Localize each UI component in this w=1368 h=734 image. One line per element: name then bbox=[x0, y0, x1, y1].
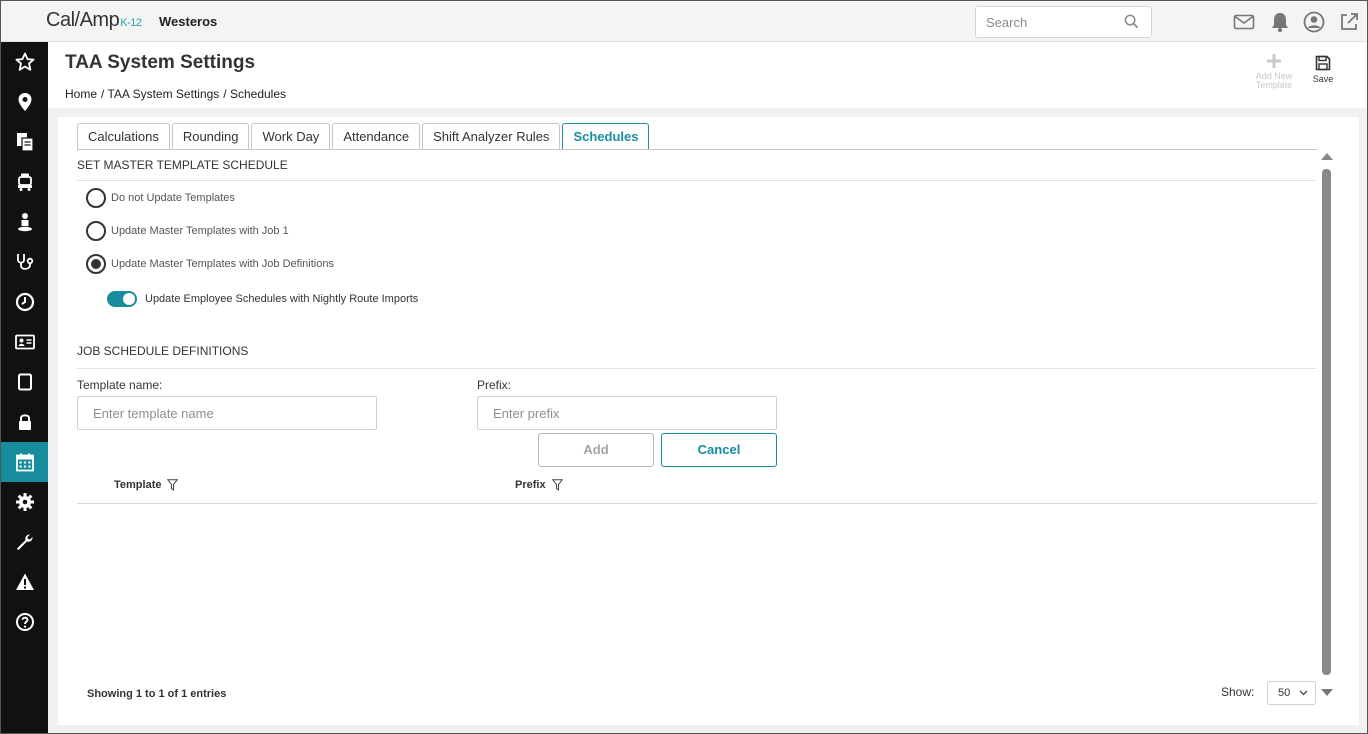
search-box[interactable] bbox=[975, 6, 1152, 38]
calamp-logo[interactable]: Cal/AmpK-12 bbox=[46, 9, 142, 32]
main-content: TAA System Settings Home / TAA System Set… bbox=[48, 42, 1367, 733]
radio-button[interactable] bbox=[86, 221, 106, 241]
vertical-scrollbar[interactable] bbox=[1320, 153, 1334, 701]
stethoscope-icon[interactable] bbox=[1, 242, 48, 282]
vehicle-icon[interactable] bbox=[1, 162, 48, 202]
page-title: TAA System Settings bbox=[65, 52, 256, 73]
wrench-icon[interactable] bbox=[1, 522, 48, 562]
settings-tabs: Calculations Rounding Work Day Attendanc… bbox=[77, 123, 651, 150]
chevron-down-icon bbox=[1299, 690, 1308, 696]
entries-summary: Showing 1 to 1 of 1 entries bbox=[87, 688, 227, 700]
tab-work-day[interactable]: Work Day bbox=[251, 123, 331, 149]
prefix-input[interactable] bbox=[478, 397, 776, 429]
page-size-label: Show: bbox=[1221, 685, 1255, 699]
warning-icon[interactable] bbox=[1, 562, 48, 602]
save-icon bbox=[1315, 55, 1331, 71]
option-update-job-1[interactable]: Update Master Templates with Job 1 bbox=[86, 221, 289, 241]
option-do-not-update[interactable]: Do not Update Templates bbox=[86, 188, 235, 208]
org-name: Westeros bbox=[159, 14, 218, 29]
radio-label: Update Master Templates with Job 1 bbox=[111, 225, 289, 237]
breadcrumb-home[interactable]: Home bbox=[65, 87, 97, 101]
sidebar bbox=[1, 42, 48, 733]
location-pin-icon[interactable] bbox=[1, 82, 48, 122]
app-window: Cal/AmpK-12 Westeros Search TAA System S… bbox=[0, 0, 1368, 734]
save-button[interactable]: Save bbox=[1303, 55, 1343, 84]
radio-label: Do not Update Templates bbox=[111, 192, 235, 204]
template-name-field[interactable] bbox=[77, 396, 377, 430]
star-icon[interactable] bbox=[1, 42, 48, 82]
column-header-prefix[interactable]: Prefix bbox=[515, 479, 563, 491]
filter-icon bbox=[551, 479, 563, 491]
section-divider bbox=[77, 368, 1317, 369]
id-card-icon[interactable] bbox=[1, 322, 48, 362]
scroll-up-arrow bbox=[1321, 153, 1333, 160]
scroll-down-arrow bbox=[1321, 689, 1333, 696]
section-divider bbox=[77, 180, 1317, 181]
external-link-icon[interactable] bbox=[1338, 11, 1360, 33]
clock-icon[interactable] bbox=[1, 282, 48, 322]
tab-shift-analyzer-rules[interactable]: Shift Analyzer Rules bbox=[422, 123, 561, 149]
gear-icon[interactable] bbox=[1, 482, 48, 522]
radio-label: Update Master Templates with Job Definit… bbox=[111, 258, 334, 270]
breadcrumb-schedules: / Schedules bbox=[223, 87, 287, 101]
table-header-divider bbox=[77, 503, 1317, 504]
settings-panel: Calculations Rounding Work Day Attendanc… bbox=[58, 117, 1359, 725]
option-update-job-definitions[interactable]: Update Master Templates with Job Definit… bbox=[86, 254, 334, 274]
lock-icon[interactable] bbox=[1, 402, 48, 442]
top-bar: Cal/AmpK-12 Westeros bbox=[1, 1, 1367, 42]
page-size-select[interactable]: 50 bbox=[1267, 681, 1316, 705]
add-button[interactable]: Add bbox=[538, 433, 654, 467]
toggle-label: Update Employee Schedules with Nightly R… bbox=[145, 293, 419, 305]
page-header: TAA System Settings Home / TAA System Set… bbox=[48, 42, 1367, 108]
filter-icon bbox=[167, 479, 179, 491]
add-new-template-button[interactable]: Add New Template bbox=[1254, 54, 1294, 90]
documents-icon[interactable] bbox=[1, 122, 48, 162]
template-name-label: Template name: bbox=[77, 378, 163, 392]
help-icon[interactable] bbox=[1, 602, 48, 642]
user-circle-icon[interactable] bbox=[1303, 11, 1325, 33]
nightly-route-toggle[interactable] bbox=[107, 291, 137, 307]
master-schedule-heading: SET MASTER TEMPLATE SCHEDULE bbox=[77, 158, 288, 172]
calendar-icon[interactable] bbox=[1, 442, 48, 482]
search-input[interactable] bbox=[976, 7, 1116, 37]
scroll-thumb[interactable] bbox=[1322, 169, 1331, 675]
column-header-template[interactable]: Template bbox=[114, 479, 179, 491]
tab-rounding[interactable]: Rounding bbox=[171, 123, 250, 149]
prefix-field[interactable] bbox=[477, 396, 777, 430]
radio-button-checked[interactable] bbox=[86, 254, 106, 274]
tab-calculations[interactable]: Calculations bbox=[77, 123, 170, 149]
tab-schedules[interactable]: Schedules bbox=[562, 123, 650, 150]
search-icon[interactable] bbox=[1124, 14, 1139, 34]
breadcrumb-taa-settings[interactable]: / TAA System Settings bbox=[101, 87, 219, 101]
mail-icon[interactable] bbox=[1233, 11, 1255, 33]
bell-icon[interactable] bbox=[1269, 11, 1291, 33]
plus-icon bbox=[1267, 54, 1281, 68]
job-definitions-heading: JOB SCHEDULE DEFINITIONS bbox=[77, 344, 249, 358]
template-name-input[interactable] bbox=[78, 397, 376, 429]
tab-attendance[interactable]: Attendance bbox=[332, 123, 421, 149]
cancel-button[interactable]: Cancel bbox=[661, 433, 777, 467]
breadcrumb: Home / TAA System Settings / Schedules bbox=[65, 87, 290, 101]
person-icon[interactable] bbox=[1, 202, 48, 242]
prefix-label: Prefix: bbox=[477, 378, 512, 392]
tab-divider bbox=[77, 149, 1317, 150]
tablet-icon[interactable] bbox=[1, 362, 48, 402]
radio-button[interactable] bbox=[86, 188, 106, 208]
nightly-route-toggle-row: Update Employee Schedules with Nightly R… bbox=[107, 290, 418, 308]
